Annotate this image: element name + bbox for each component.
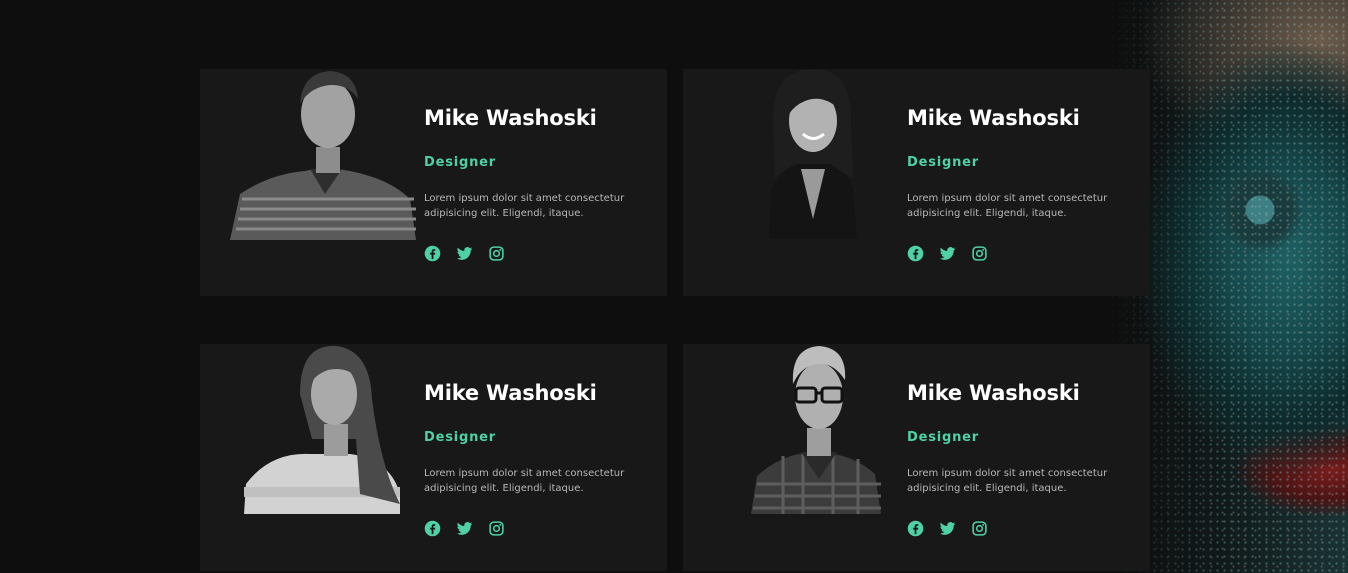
instagram-icon[interactable] <box>971 520 988 537</box>
twitter-icon[interactable] <box>456 520 473 537</box>
team-member-role: Designer <box>424 155 496 170</box>
twitter-icon[interactable] <box>456 245 473 262</box>
team-member-role: Designer <box>907 430 979 445</box>
team-member-name: Mike Washoski <box>424 381 597 405</box>
social-links <box>907 245 988 262</box>
team-member-name: Mike Washoski <box>907 106 1080 130</box>
instagram-icon[interactable] <box>488 245 505 262</box>
team-member-name: Mike Washoski <box>907 381 1080 405</box>
team-member-photo <box>230 69 418 240</box>
team-member-photo <box>713 344 901 515</box>
instagram-icon[interactable] <box>971 245 988 262</box>
twitter-icon[interactable] <box>939 245 956 262</box>
social-links <box>424 520 505 537</box>
instagram-icon[interactable] <box>488 520 505 537</box>
social-links <box>424 245 505 262</box>
team-member-description: Lorem ipsum dolor sit amet consectetur a… <box>907 193 1108 219</box>
team-member-photo <box>230 344 418 515</box>
team-member-description: Lorem ipsum dolor sit amet consectetur a… <box>424 468 625 494</box>
team-member-card: Mike Washoski Designer Lorem ipsum dolor… <box>683 344 1150 571</box>
facebook-icon[interactable] <box>424 520 441 537</box>
facebook-icon[interactable] <box>424 245 441 262</box>
twitter-icon[interactable] <box>939 520 956 537</box>
team-member-role: Designer <box>424 430 496 445</box>
team-member-role: Designer <box>907 155 979 170</box>
team-member-description: Lorem ipsum dolor sit amet consectetur a… <box>907 468 1108 494</box>
facebook-icon[interactable] <box>907 245 924 262</box>
team-member-card: Mike Washoski Designer Lorem ipsum dolor… <box>200 344 667 571</box>
facebook-icon[interactable] <box>907 520 924 537</box>
team-member-card: Mike Washoski Designer Lorem ipsum dolor… <box>200 69 667 296</box>
team-member-photo <box>713 69 901 240</box>
social-links <box>907 520 988 537</box>
team-member-description: Lorem ipsum dolor sit amet consectetur a… <box>424 193 625 219</box>
team-member-name: Mike Washoski <box>424 106 597 130</box>
team-member-card: Mike Washoski Designer Lorem ipsum dolor… <box>683 69 1150 296</box>
